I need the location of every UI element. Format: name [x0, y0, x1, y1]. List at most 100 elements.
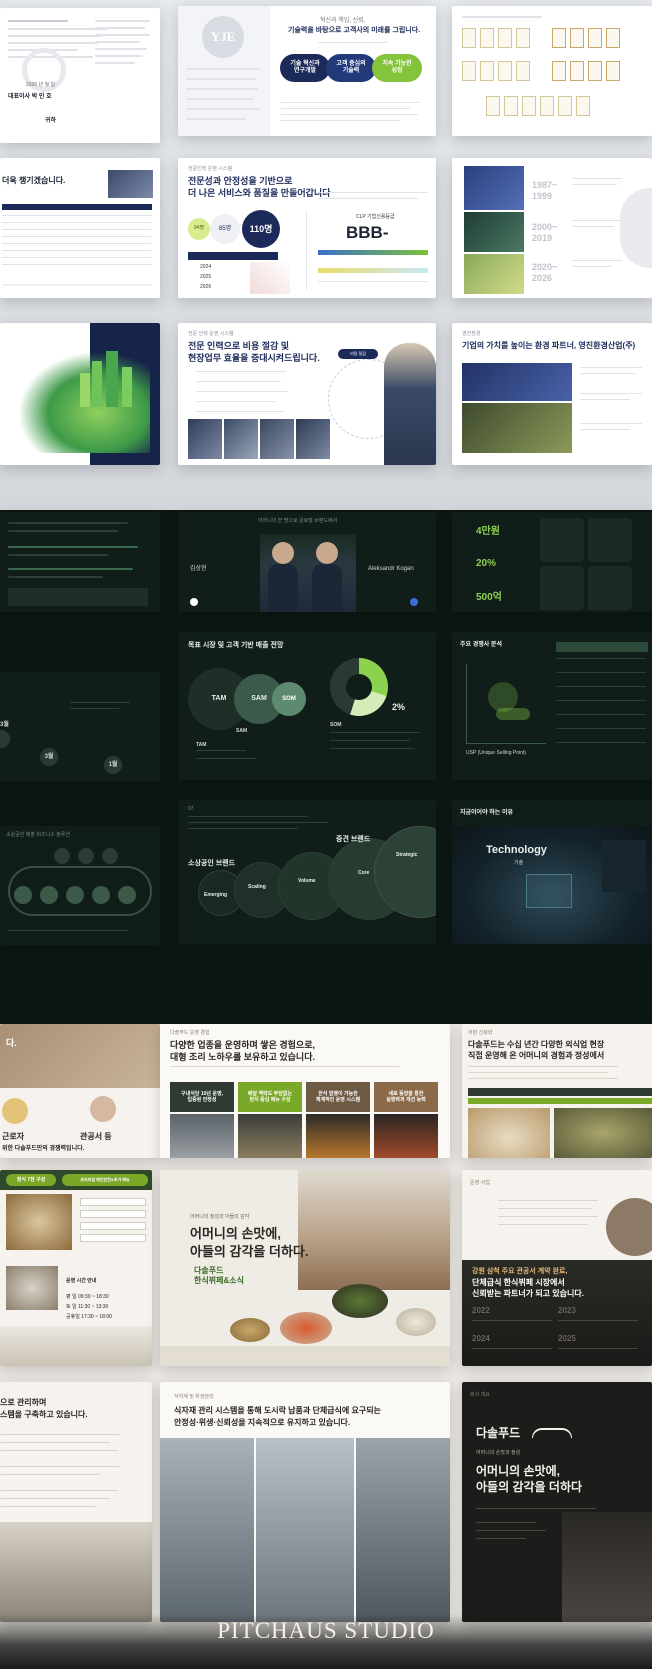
hygiene-headline-2: 안정성·위생·신뢰성을 지속적으로 유지하고 있습니다.	[174, 1418, 351, 1427]
slide-table: 더욱 챙기겠습니다.	[0, 158, 160, 298]
history-era-3: 2020~ 2026	[532, 262, 558, 284]
dish-noodles	[230, 1318, 270, 1342]
timeline-label-2: 3월	[40, 748, 58, 766]
mid-brand-label: 중견 브랜드	[336, 836, 371, 843]
timeline-label-3: 1월	[104, 756, 122, 774]
founder-left-name: 김상현	[190, 566, 207, 572]
slide-stability: 전문인력 운영 시스템 전문성과 안정성을 기반으로 더 나은 서비스와 품질을…	[178, 158, 436, 298]
contract-year-2024: 2024	[472, 1334, 490, 1343]
contracts-headline-2: 단체급식 한식뷔페 시장에서	[472, 1278, 565, 1287]
stability-headline-2: 더 나은 서비스와 품질을 만들어갑니다	[188, 188, 331, 198]
slide-company-intro: YJE 혁신과 책임, 신뢰, 기술력을 바탕으로 고객사의 미래를 그립니다.…	[178, 6, 436, 136]
slide-cost-saving: 전문 인력 운영 시스템 전문 인력으로 비용 절감 및 현장업무 효율을 증대…	[178, 323, 436, 465]
food-history-headline-1: 다솔푸드는 수십 년간 다양한 외식업 현장	[468, 1040, 605, 1049]
slide-certificates-grid	[452, 6, 652, 136]
dark-brand-headline-2: 아들의 감각을 더하다	[476, 1480, 583, 1494]
hours-title: 운영 시간 안내	[66, 1278, 97, 1284]
cost-headline-1: 전문 인력으로 비용 절감 및	[188, 341, 290, 351]
stability-headline-1: 전문성과 안정성을 기반으로	[188, 176, 293, 186]
bubble-strategic: Strategic	[396, 852, 418, 858]
management-headline-1: 으로 관리하며	[0, 1398, 47, 1407]
sam-label: SAM	[236, 728, 248, 734]
stat-500: 500억	[476, 592, 502, 603]
contracts-headline-1: 강원 삼척 주요 관공서 계약 완료,	[472, 1268, 568, 1275]
slide-certificate: 2026 년 월 일 대표이사 박 인 호 귀하	[0, 8, 160, 143]
bowl-greens	[332, 1284, 388, 1318]
workers-footer: 위한 다솔푸드만의 경쟁력입니다.	[2, 1146, 85, 1152]
history-era-1: 1987~ 1999	[532, 180, 558, 202]
slide-brand-scale: 07 Emerging Scaling Volume Core Strategi…	[178, 800, 436, 944]
env-headline: 기업의 가치를 높이는 환경 파트너, 영진환경산업(주)	[462, 341, 636, 350]
bubble-volume: Volume	[298, 878, 316, 884]
credit-rating: BBB-	[346, 223, 389, 242]
slide-founders: 어머니의 한 명으로 글로벌 브랜드에서 김상현 Aleksandr Kogan	[178, 512, 436, 612]
market-percent: 2%	[392, 702, 406, 712]
slide-experience: 다솔푸드 운영 경험 다양한 업종을 운영하며 쌓은 경험으로, 대형 조리 노…	[160, 1024, 450, 1158]
slide-timeline: 3월 3월 1월	[0, 672, 160, 782]
contract-year-2022: 2022	[472, 1306, 490, 1315]
card-execution: 새로 등장을 통한 실행력과 개선 능력	[374, 1082, 438, 1112]
slide-technology: 지금이어야 하는 이유 Technology 기술	[452, 800, 652, 944]
slide-env-partner: 영진환경 기업의 가치를 높이는 환경 파트너, 영진환경산업(주)	[452, 323, 652, 465]
hours-holiday: 공휴일 17:30 ~ 18:00	[66, 1314, 112, 1320]
technology-label: Technology	[486, 844, 547, 856]
stat-20pct: 20%	[476, 558, 497, 569]
hours-weekend: 토 일 11:30 ~ 13:30	[66, 1304, 109, 1310]
hero-headline-1: 어머니의 손맛에,	[190, 1226, 281, 1241]
businessman-photo	[384, 343, 436, 465]
pill-customer: 고객 중심의 기술력	[326, 54, 376, 82]
card-system: 한식 덮뱅이 가능한 체계적인 운영 시스템	[306, 1082, 370, 1112]
slide-menu: 정식 7찬 구성 프리미엄 메인반찬&추가 메뉴 운영 시간 안내 평 일 09…	[0, 1170, 152, 1366]
company-logo: YJE	[202, 16, 244, 58]
slide-market-size: 목표 시장 및 고객 기반 매출 전망 TAM SAM SOM TAM SAM …	[178, 632, 436, 780]
chef-photo	[298, 1170, 450, 1290]
usp-note: USP (Unique Selling Point)	[466, 750, 526, 756]
slide-contracts: 운영 사업 강원 삼척 주요 관공서 계약 완료, 단체급식 한식뷔페 시장에서…	[462, 1170, 652, 1366]
certificate-footer: 귀하	[45, 118, 57, 124]
slide-cycle: 소상공인 매출 비즈니스 솔루션	[0, 826, 160, 946]
bubble-emerging: Emerging	[204, 892, 228, 898]
experience-headline-1: 다양한 업종을 운영하며 쌓은 경험으로,	[170, 1040, 315, 1050]
competitor-title: 주요 경쟁사 분석	[460, 642, 502, 648]
timeline-label-1: 3월	[0, 722, 9, 728]
slide-hero-food: 어머니의 정성과 아들의 감각 어머니의 손맛에, 아들의 감각을 더하다. 다…	[160, 1170, 450, 1366]
technology-sub: 기술	[514, 860, 524, 866]
small-brand-label: 소상공인 브랜드	[188, 860, 236, 867]
year-2024: 2024	[200, 264, 212, 270]
pill-rnd: 기술 혁신과 연구개발	[280, 54, 330, 82]
hygiene-headline-1: 식자재 관리 시스템을 통해 도시락 납품과 단체급식에 요구되는	[174, 1406, 381, 1415]
management-headline-2: 스템을 구축하고 있습니다.	[0, 1410, 88, 1419]
som-label: SOM	[330, 722, 342, 728]
card-delivery: 배달 맥락도 부담없는 현지 중심 메뉴 구성	[238, 1082, 302, 1112]
slide-history-food: 어떤 신뢰와 다솔푸드는 수십 년간 다양한 외식업 현장 직접 운영해 온 어…	[462, 1024, 652, 1158]
officer-avatar	[90, 1096, 116, 1122]
food-history-headline-2: 직접 운영해 온 어머니의 경험과 정성에서	[468, 1051, 605, 1060]
why-now-title: 지금이어야 하는 이유	[460, 810, 514, 816]
business-people-photo	[108, 170, 153, 198]
slide-hygiene: 식자재 및 위생관리 식자재 관리 시스템을 통해 도시락 납품과 단체급식에 …	[160, 1382, 450, 1622]
hours-weekday: 평 일 09:30 ~ 18:30	[66, 1294, 109, 1300]
dark-brand-logo: 다솔푸드	[476, 1426, 521, 1440]
contracts-headline-3: 신뢰받는 파트너가 되고 있습니다.	[472, 1289, 584, 1298]
year-2025: 2025	[200, 274, 212, 280]
label-government: 관공서 등	[80, 1132, 112, 1141]
slide-history: 1987~ 1999 2000~ 2019 2020~ 2026	[452, 158, 652, 298]
year-2026: 2026	[200, 284, 212, 290]
founder-right-name: Aleksandr Kogan	[368, 566, 414, 572]
market-title: 목표 시장 및 고객 기반 매출 전망	[188, 642, 284, 649]
menu-tag-premium: 프리미엄 메인반찬&추가 메뉴	[62, 1174, 148, 1186]
dish-rice	[396, 1308, 436, 1336]
contract-year-2023: 2023	[558, 1306, 576, 1315]
history-era-2: 2000~ 2019	[532, 222, 558, 244]
certificate-signer: 대표이사 박 인 호	[8, 94, 52, 100]
headcount-stat: 110명	[242, 210, 280, 248]
pill-growth: 지속 가능한 성장	[372, 54, 422, 82]
slide-brand-dark: 회사 개요 다솔푸드 어머니의 손맛과 정성 어머니의 손맛에, 아들의 감각을…	[462, 1382, 652, 1622]
stat-4man: 4만원	[476, 526, 500, 537]
brand-name: PITCHAUS STUDIO	[217, 1618, 435, 1643]
slide-green-city	[0, 323, 160, 465]
cost-headline-2: 현장업무 효율을 증대시켜드립니다.	[188, 353, 320, 363]
bubble-scaling: Scaling	[248, 884, 266, 890]
dish-kimchi	[280, 1312, 332, 1344]
slide-management: 으로 관리하며 스템을 구축하고 있습니다.	[0, 1382, 152, 1622]
